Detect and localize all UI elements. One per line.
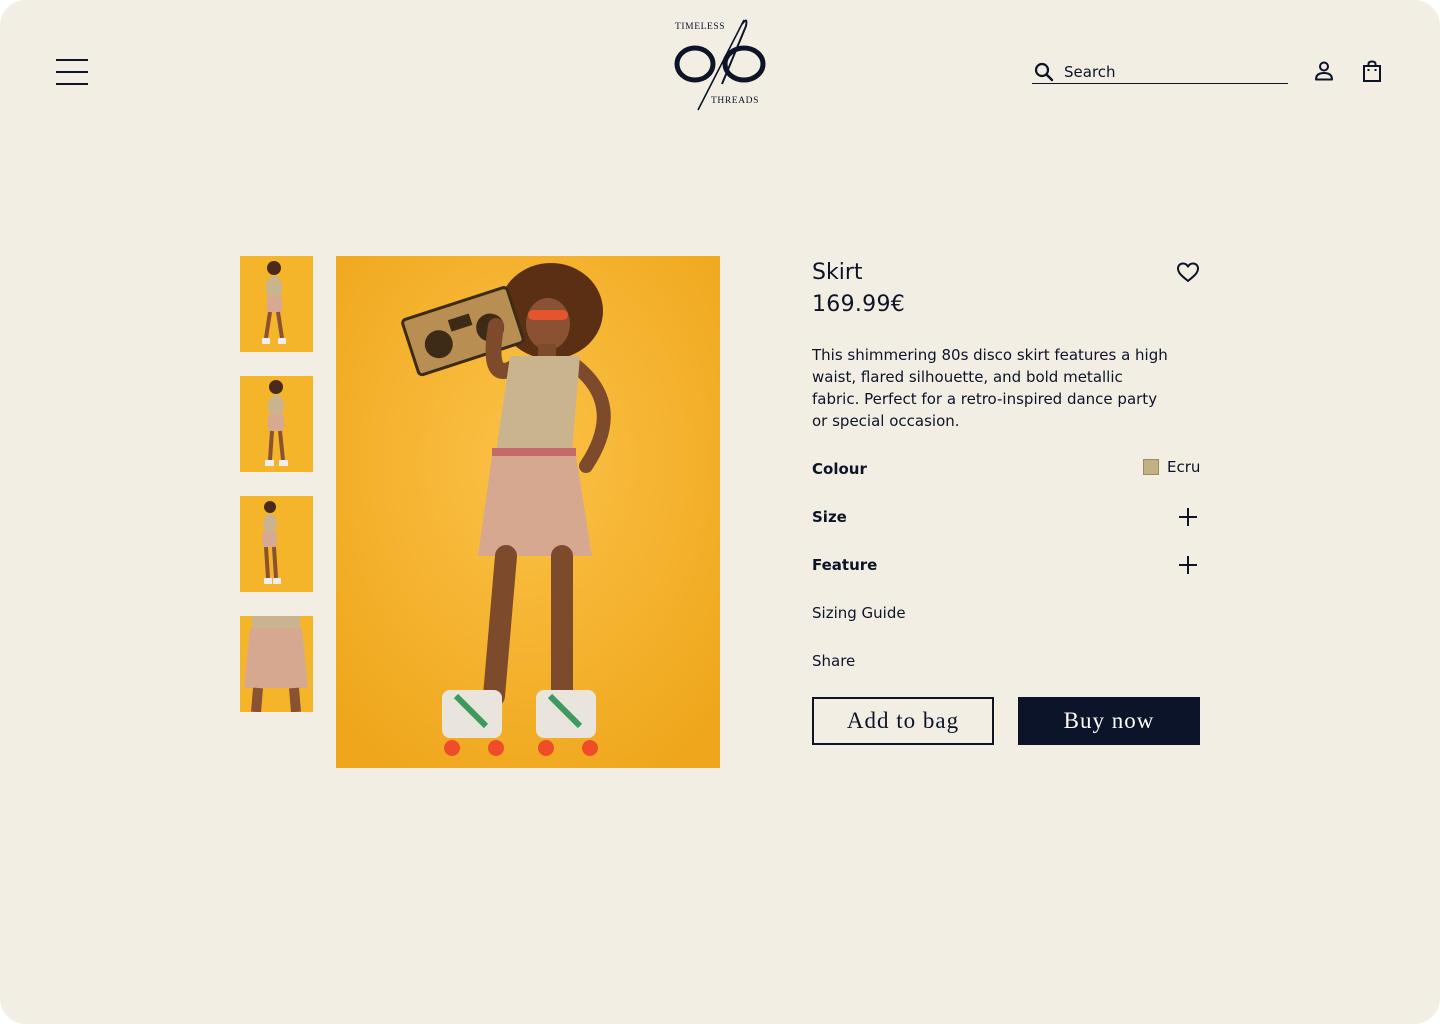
feature-expand-icon[interactable] (1179, 556, 1197, 574)
logo-bottom-text: THREADS (711, 96, 760, 106)
buy-now-button[interactable]: Buy now (1018, 697, 1200, 745)
product-description: This shimmering 80s disco skirt features… (812, 346, 1168, 430)
thumbnail-image (240, 616, 313, 712)
product-price: 169.99€ (812, 292, 906, 317)
brand-logo[interactable]: TIMELESS THREADS (670, 14, 770, 112)
shopping-bag-icon[interactable] (1361, 60, 1383, 82)
page: TIMELESS THREADS Search Skirt 169.99€ Th… (0, 0, 1440, 1024)
menu-icon[interactable] (56, 58, 88, 86)
product-title: Skirt (812, 260, 863, 285)
thumbnail-image (240, 256, 313, 352)
account-icon[interactable] (1313, 60, 1335, 82)
size-expand-icon[interactable] (1179, 508, 1197, 526)
add-to-bag-button[interactable]: Add to bag (812, 697, 994, 745)
main-product-image (336, 256, 720, 768)
search-placeholder: Search (1064, 63, 1116, 81)
search-icon[interactable] (1033, 61, 1055, 83)
thumbnail-2[interactable] (240, 376, 313, 472)
search-input[interactable]: Search (1032, 60, 1288, 84)
colour-value: Ecru (1167, 458, 1201, 476)
colour-swatch[interactable] (1143, 459, 1159, 475)
thumbnail-image (240, 496, 313, 592)
thumbnail-3[interactable] (240, 496, 313, 592)
thumbnail-image (240, 376, 313, 472)
feature-label[interactable]: Feature (812, 556, 877, 574)
sizing-guide-link[interactable]: Sizing Guide (812, 604, 906, 622)
size-label[interactable]: Size (812, 508, 847, 526)
colour-label: Colour (812, 460, 867, 478)
product-photo (336, 256, 720, 768)
thumbnail-1[interactable] (240, 256, 313, 352)
share-link[interactable]: Share (812, 652, 855, 670)
thumbnail-4[interactable] (240, 616, 313, 712)
heart-icon[interactable] (1176, 261, 1200, 283)
